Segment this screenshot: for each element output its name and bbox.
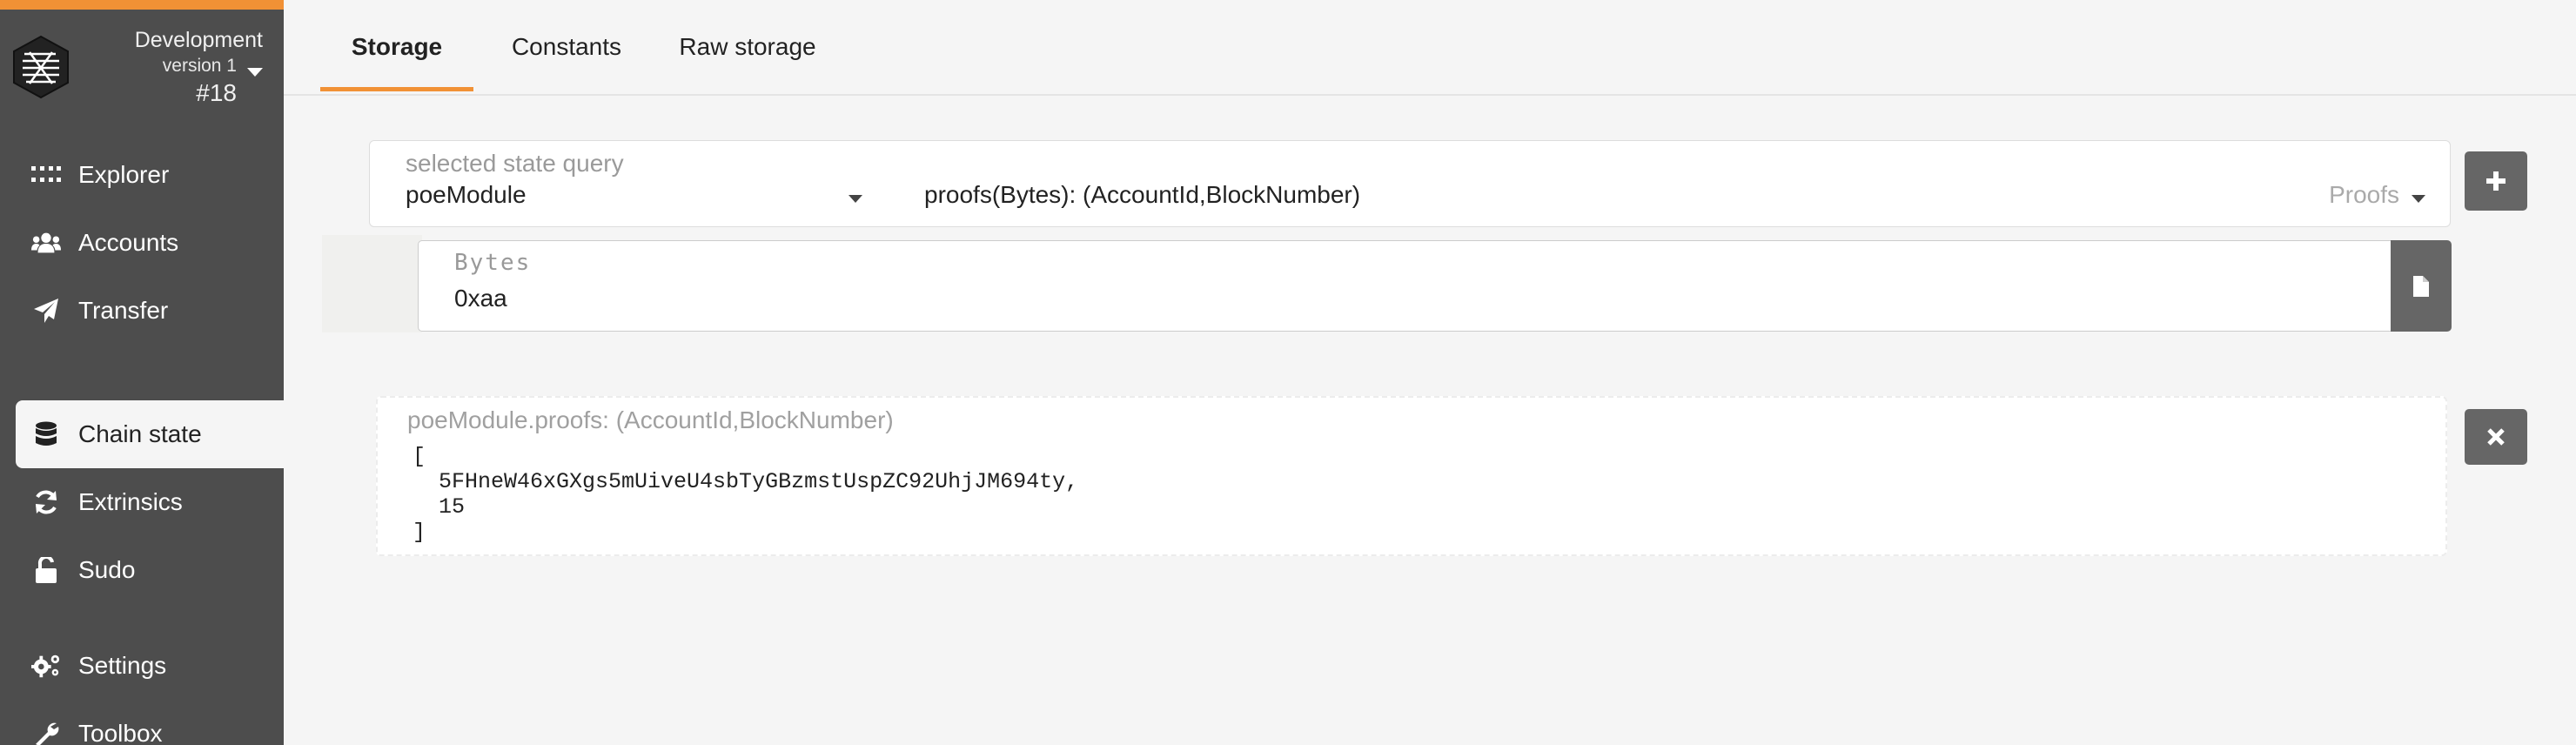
sidebar-item-label: Sudo [78, 556, 136, 583]
unlock-icon [31, 555, 61, 585]
tab-bar: Storage Constants Raw storage [284, 0, 2576, 96]
sidebar-item-label: Accounts [78, 229, 179, 256]
remove-result-button[interactable] [2465, 409, 2527, 465]
tab-constants[interactable]: Constants [493, 0, 641, 94]
sidebar-item-accounts[interactable]: Accounts [16, 209, 284, 277]
sidebar-item-transfer[interactable]: Transfer [16, 277, 284, 345]
paper-plane-icon [31, 296, 61, 326]
sidebar-item-chain-state[interactable]: Chain state [16, 400, 284, 468]
result-label: poeModule.proofs: (AccountId,BlockNumber… [407, 406, 894, 433]
sidebar-item-extrinsics[interactable]: Extrinsics [16, 468, 284, 536]
chevron-down-icon[interactable] [247, 68, 263, 77]
grid-dots-icon [31, 160, 61, 190]
sidebar-item-sudo[interactable]: Sudo [16, 536, 284, 604]
param-label: Bytes [454, 250, 532, 276]
sidebar-item-settings[interactable]: Settings [16, 632, 284, 700]
sidebar-item-explorer[interactable]: Explorer [16, 141, 284, 209]
file-icon [2413, 275, 2429, 297]
chain-version: version 1 [162, 56, 237, 76]
block-number: #18 [196, 79, 237, 106]
bytes-param-field[interactable]: Bytes 0xaa [418, 240, 2392, 332]
gears-icon [31, 651, 61, 681]
sidebar-item-label: Chain state [78, 420, 202, 447]
wrench-icon [31, 719, 61, 745]
sidebar-item-label: Explorer [78, 161, 170, 188]
file-upload-button[interactable] [2391, 240, 2452, 332]
bytes-input[interactable]: 0xaa [454, 285, 507, 312]
database-icon [31, 419, 61, 449]
module-dropdown[interactable]: poeModule [406, 181, 527, 209]
users-icon [31, 228, 61, 258]
close-icon [2487, 428, 2505, 446]
chevron-down-icon[interactable] [849, 195, 862, 203]
query-label: selected state query [406, 150, 624, 177]
sidebar: Development version 1 #18 Explorer Accou… [0, 0, 284, 745]
method-dropdown[interactable]: proofs(Bytes): (AccountId,BlockNumber) [924, 181, 1360, 209]
chain-name: Development [134, 28, 263, 52]
query-result: poeModule.proofs: (AccountId,BlockNumber… [376, 396, 2447, 556]
sidebar-item-label: Transfer [78, 297, 169, 324]
add-query-button[interactable] [2465, 151, 2527, 211]
sync-icon [31, 487, 61, 517]
sidebar-item-toolbox[interactable]: Toolbox [16, 700, 284, 745]
plus-icon [2486, 171, 2506, 191]
result-value: [ 5FHneW46xGXgs5mUiveU4sbTyGBzmstUspZC92… [413, 444, 1079, 545]
sidebar-item-label: Extrinsics [78, 488, 183, 515]
sidebar-item-label: Toolbox [78, 720, 163, 745]
sidebar-item-label: Settings [78, 652, 167, 679]
param-indent [322, 235, 422, 332]
tab-storage[interactable]: Storage [320, 0, 473, 94]
tab-raw-storage[interactable]: Raw storage [665, 0, 830, 94]
chain-selector[interactable]: Development version 1 #18 [135, 26, 263, 108]
state-query-selector[interactable]: selected state query poeModule proofs(By… [369, 140, 2451, 227]
chevron-down-icon[interactable] [2412, 195, 2425, 203]
accent-bar [0, 0, 284, 10]
active-tab-indicator [320, 87, 473, 91]
method-section-hint: Proofs [2329, 181, 2399, 208]
chain-logo-icon[interactable] [12, 35, 70, 99]
